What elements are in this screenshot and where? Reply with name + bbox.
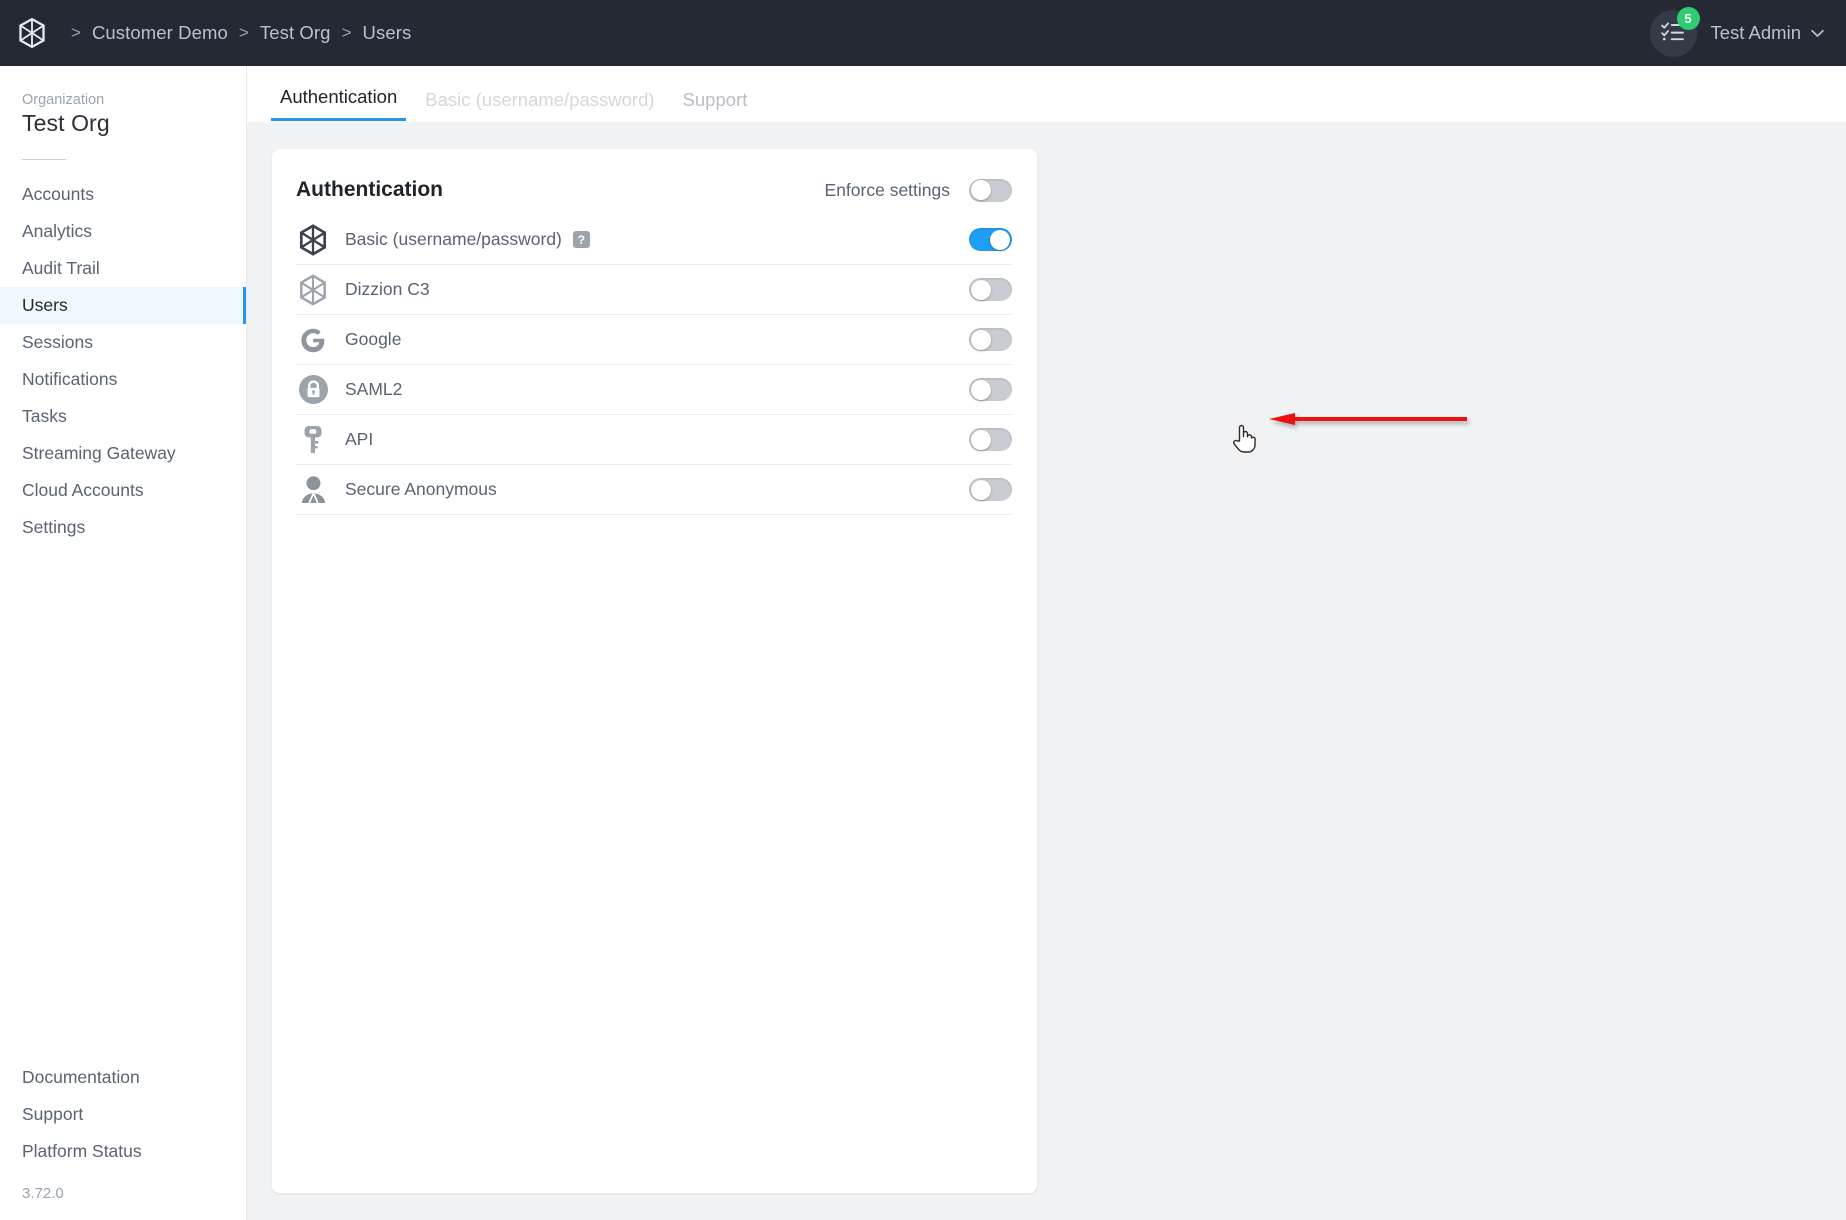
breadcrumb-separator-0: > [71, 23, 81, 43]
sidebar-footer: Documentation Support Platform Status 3.… [0, 1059, 246, 1220]
auth-toggle-dizzion-c3[interactable] [969, 278, 1012, 301]
breadcrumb: > Customer Demo > Test Org > Users [60, 22, 411, 44]
row-right [969, 428, 1012, 451]
row-right [969, 328, 1012, 351]
sidebar-item-notifications[interactable]: Notifications [0, 361, 246, 398]
row-right [969, 278, 1012, 301]
google-g-icon [296, 323, 330, 357]
sidebar-item-settings[interactable]: Settings [0, 509, 246, 546]
organization-name: Test Org [0, 110, 246, 137]
sidebar-item-streaming-gateway[interactable]: Streaming Gateway [0, 435, 246, 472]
auth-method-label: Dizzion C3 [345, 279, 430, 300]
person-icon [296, 473, 330, 507]
toggle-knob [971, 180, 991, 200]
card-header: Authentication Enforce settings [272, 149, 1037, 202]
tab-basic-username-password[interactable]: Basic (username/password) [416, 89, 663, 121]
pointer-hand-cursor [1231, 422, 1257, 454]
auth-method-label: Google [345, 329, 401, 350]
breadcrumb-item-test-org[interactable]: Test Org [260, 22, 331, 44]
sidebar-item-accounts[interactable]: Accounts [0, 176, 246, 213]
tab-bar: Authentication Basic (username/password)… [247, 66, 1846, 122]
key-icon [296, 423, 330, 457]
auth-toggle-api[interactable] [969, 428, 1012, 451]
breadcrumb-item-customer-demo[interactable]: Customer Demo [92, 22, 228, 44]
content-area: Authentication Enforce settings [247, 122, 1846, 1220]
auth-toggle-saml2[interactable] [969, 378, 1012, 401]
table-row: Secure Anonymous [296, 465, 1012, 515]
sidebar-divider [22, 159, 66, 160]
table-row: SAML2 [296, 365, 1012, 415]
task-list-button[interactable]: 5 [1650, 10, 1697, 57]
enforce-settings-control: Enforce settings [825, 179, 1012, 202]
toggle-knob [971, 430, 991, 450]
toggle-knob [971, 330, 991, 350]
auth-toggle-basic[interactable] [969, 228, 1012, 251]
auth-toggle-secure-anonymous[interactable] [969, 478, 1012, 501]
top-bar: > Customer Demo > Test Org > Users 5 Tes… [0, 0, 1846, 66]
user-name-label: Test Admin [1711, 22, 1802, 44]
version-label: 3.72.0 [0, 1185, 246, 1220]
auth-method-label: Secure Anonymous [345, 479, 497, 500]
breadcrumb-separator-1: > [239, 23, 249, 43]
auth-method-label: Basic (username/password) [345, 229, 562, 250]
cube-outline-icon [296, 273, 330, 307]
sidebar-item-analytics[interactable]: Analytics [0, 213, 246, 250]
sidebar-item-support[interactable]: Support [0, 1096, 246, 1133]
toggle-knob [971, 380, 991, 400]
chevron-down-icon [1804, 25, 1824, 41]
table-row: Dizzion C3 [296, 265, 1012, 315]
user-menu[interactable]: Test Admin [1711, 22, 1825, 44]
sidebar-item-tasks[interactable]: Tasks [0, 398, 246, 435]
sidebar-item-cloud-accounts[interactable]: Cloud Accounts [0, 472, 246, 509]
sidebar-item-sessions[interactable]: Sessions [0, 324, 246, 361]
authentication-card: Authentication Enforce settings [272, 149, 1037, 1193]
enforce-settings-toggle[interactable] [969, 179, 1012, 202]
lock-circle-icon [296, 373, 330, 407]
toggle-knob [971, 280, 991, 300]
auth-method-list: Basic (username/password) ? [272, 215, 1037, 515]
sidebar: Organization Test Org Accounts Analytics… [0, 66, 247, 1220]
tab-authentication[interactable]: Authentication [271, 86, 406, 121]
cube-dark-icon [296, 223, 330, 257]
task-count-badge: 5 [1677, 7, 1700, 30]
main-area: Authentication Basic (username/password)… [247, 66, 1846, 1220]
toggle-knob [990, 230, 1010, 250]
auth-toggle-google[interactable] [969, 328, 1012, 351]
sidebar-item-audit-trail[interactable]: Audit Trail [0, 250, 246, 287]
table-row: Google [296, 315, 1012, 365]
sidebar-footer-gap [0, 1170, 246, 1185]
table-row: API [296, 415, 1012, 465]
breadcrumb-separator-2: > [342, 23, 352, 43]
table-row: Basic (username/password) ? [296, 215, 1012, 265]
enforce-settings-label: Enforce settings [825, 180, 950, 201]
row-right [969, 228, 1012, 251]
toggle-knob [971, 480, 991, 500]
annotation-arrow-icon [1267, 412, 1467, 426]
auth-method-label: API [345, 429, 373, 450]
card-title: Authentication [296, 178, 443, 202]
sidebar-item-users[interactable]: Users [0, 287, 246, 324]
sidebar-nav: Accounts Analytics Audit Trail Users Ses… [0, 176, 246, 546]
cube-icon[interactable] [18, 18, 46, 48]
row-right [969, 478, 1012, 501]
tab-support[interactable]: Support [674, 89, 757, 121]
help-icon[interactable]: ? [573, 231, 590, 248]
row-right [969, 378, 1012, 401]
auth-method-label: SAML2 [345, 379, 402, 400]
organization-label: Organization [0, 66, 246, 110]
breadcrumb-item-users[interactable]: Users [363, 22, 412, 44]
sidebar-item-documentation[interactable]: Documentation [0, 1059, 246, 1096]
sidebar-item-platform-status[interactable]: Platform Status [0, 1133, 246, 1170]
top-bar-right: 5 Test Admin [1650, 10, 1825, 57]
